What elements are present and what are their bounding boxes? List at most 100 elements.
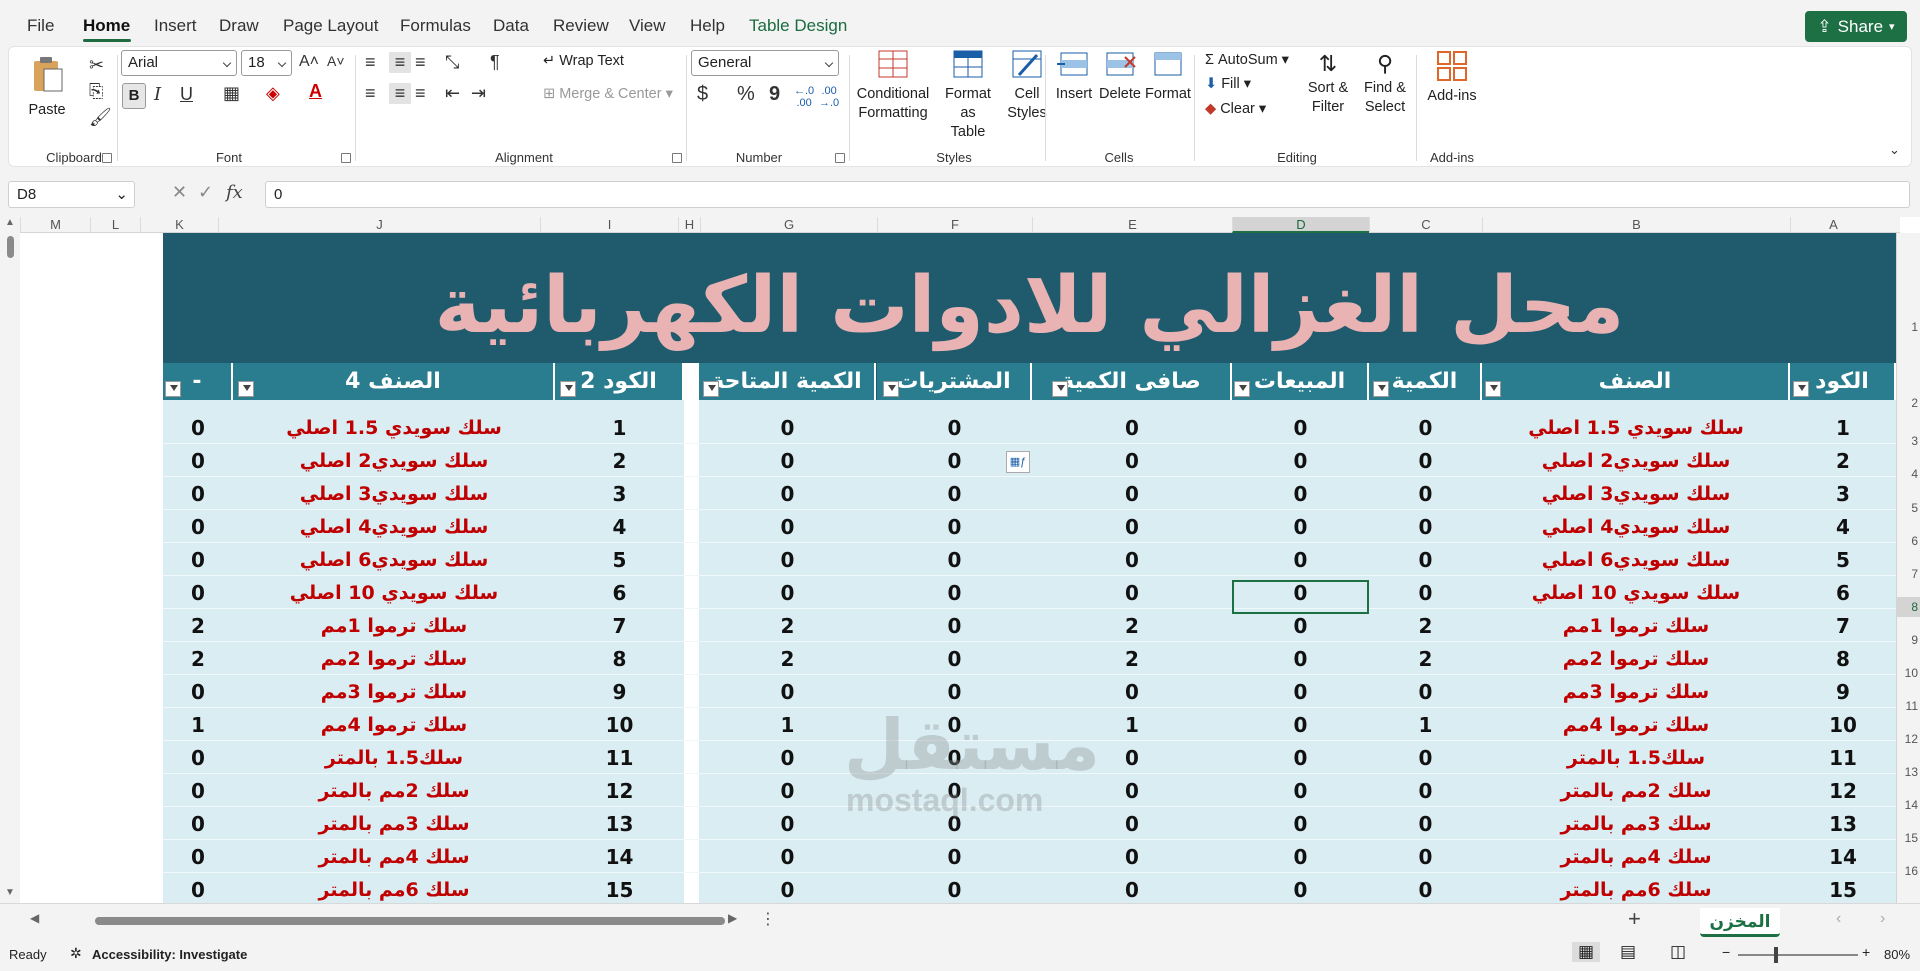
filter-dropdown-icon[interactable] xyxy=(1485,381,1501,397)
column-header-e[interactable]: E xyxy=(1032,217,1232,233)
cell-qty[interactable]: 2 xyxy=(1369,609,1482,642)
cell-purchases[interactable]: 0 xyxy=(877,642,1032,675)
header-qty[interactable]: الكمية xyxy=(1369,363,1482,400)
cell-code2[interactable]: 15 xyxy=(555,873,684,903)
tab-data[interactable]: Data xyxy=(493,16,529,36)
column-header-i[interactable]: I xyxy=(540,217,678,233)
orientation-icon[interactable]: ⤡ xyxy=(445,52,459,73)
cell-item[interactable]: سلك سويدي2 اصلي xyxy=(1482,444,1790,477)
tab-table-design[interactable]: Table Design xyxy=(749,16,847,36)
cell-code[interactable]: 9 xyxy=(1790,675,1896,708)
cell-qty[interactable]: 0 xyxy=(1369,675,1482,708)
decrease-font-icon[interactable]: A˅ xyxy=(327,53,345,69)
filter-dropdown-icon[interactable] xyxy=(883,381,899,397)
cell-code2[interactable]: 12 xyxy=(555,774,684,807)
cell-item[interactable]: سلك 6مم بالمتر xyxy=(1482,873,1790,903)
zoom-slider[interactable] xyxy=(1738,947,1858,963)
cell-qty[interactable]: 0 xyxy=(1369,543,1482,576)
merge-center-button[interactable]: ⊞ Merge & Center ▾ xyxy=(543,85,673,104)
row-header-8[interactable]: 8 xyxy=(1897,597,1920,617)
clear-button[interactable]: ◆ Clear ▾ xyxy=(1205,100,1266,119)
cell-net[interactable]: 0 xyxy=(1032,411,1232,444)
sheet-tab-makhzan[interactable]: المخزن xyxy=(1700,908,1780,937)
cell-net[interactable]: 0 xyxy=(1032,840,1232,873)
cell-item4[interactable]: سلك 3مم بالمتر xyxy=(233,807,555,840)
cell-code[interactable]: 12 xyxy=(1790,774,1896,807)
underline-button[interactable]: U xyxy=(180,84,193,105)
cancel-icon[interactable]: ✕ xyxy=(172,182,187,203)
cell-code2[interactable]: 5 xyxy=(555,543,684,576)
cell-k[interactable]: 2 xyxy=(163,642,233,675)
cell-code[interactable]: 2 xyxy=(1790,444,1896,477)
cell-item[interactable]: سلك ترموا 4مم xyxy=(1482,708,1790,741)
cell-purchases[interactable]: 0 xyxy=(877,840,1032,873)
font-color-icon[interactable]: A xyxy=(309,81,322,102)
align-center-icon[interactable]: ≡ xyxy=(389,83,411,104)
cell-k[interactable]: 0 xyxy=(163,807,233,840)
filter-dropdown-icon[interactable] xyxy=(165,381,181,397)
zoom-out-icon[interactable]: − xyxy=(1722,944,1730,960)
cell-code[interactable]: 5 xyxy=(1790,543,1896,576)
row-header-13[interactable]: 13 xyxy=(1897,762,1920,782)
cell-net[interactable]: 0 xyxy=(1032,543,1232,576)
decrease-indent-icon[interactable]: ⇤ xyxy=(445,83,460,104)
previous-sheet-icon[interactable]: ‹ xyxy=(1836,910,1841,928)
tab-review[interactable]: Review xyxy=(553,16,609,36)
cell-sales[interactable]: 0 xyxy=(1232,840,1369,873)
cell-code[interactable]: 11 xyxy=(1790,741,1896,774)
autosum-button[interactable]: Σ AutoSum ▾ xyxy=(1205,51,1289,70)
cell-code2[interactable]: 4 xyxy=(555,510,684,543)
align-top-icon[interactable]: ≡ xyxy=(365,52,376,73)
row-header-14[interactable]: 14 xyxy=(1897,795,1920,815)
cell-net[interactable]: 2 xyxy=(1032,609,1232,642)
cell-qty[interactable]: 0 xyxy=(1369,774,1482,807)
scroll-left-icon[interactable]: ◀ xyxy=(30,911,39,925)
column-header-g[interactable]: G xyxy=(700,217,877,233)
tab-help[interactable]: Help xyxy=(690,16,725,36)
next-sheet-icon[interactable]: › xyxy=(1880,910,1885,928)
column-header-d[interactable]: D xyxy=(1232,217,1369,233)
cell-code[interactable]: 4 xyxy=(1790,510,1896,543)
text-direction-icon[interactable]: ¶ xyxy=(490,52,500,73)
font-launcher-icon[interactable] xyxy=(341,153,351,163)
align-right-icon[interactable]: ≡ xyxy=(415,83,426,104)
cell-item4[interactable]: سلك سويدي3 اصلي xyxy=(233,477,555,510)
borders-icon[interactable]: ▦ xyxy=(223,83,240,104)
copy-icon[interactable]: ⎘ xyxy=(89,81,103,102)
cell-sales[interactable]: 0 xyxy=(1232,510,1369,543)
filter-dropdown-icon[interactable] xyxy=(1793,381,1809,397)
column-header-c[interactable]: C xyxy=(1369,217,1482,233)
cell-qty[interactable]: 0 xyxy=(1369,840,1482,873)
decrease-decimal-icon[interactable]: .00 →.0 xyxy=(819,85,839,109)
cell-code[interactable]: 3 xyxy=(1790,477,1896,510)
normal-view-icon[interactable]: ▦ xyxy=(1572,942,1601,962)
cell-k[interactable]: 0 xyxy=(163,840,233,873)
selected-cell-d8[interactable] xyxy=(1232,580,1369,614)
cell-item[interactable]: سلك ترموا 1مم xyxy=(1482,609,1790,642)
cell-k[interactable]: 0 xyxy=(163,444,233,477)
cell-item[interactable]: سلك1.5 بالمتر xyxy=(1482,741,1790,774)
vertical-scroll-thumb[interactable] xyxy=(7,236,14,258)
cell-net[interactable]: 0 xyxy=(1032,576,1232,609)
cell-net[interactable]: 0 xyxy=(1032,807,1232,840)
cell-code2[interactable]: 2 xyxy=(555,444,684,477)
conditional-formatting-button[interactable]: Conditional Formatting xyxy=(854,49,932,123)
cell-item[interactable]: سلك سويدي6 اصلي xyxy=(1482,543,1790,576)
cell-code2[interactable]: 11 xyxy=(555,741,684,774)
filter-dropdown-icon[interactable] xyxy=(1052,381,1068,397)
filter-dropdown-icon[interactable] xyxy=(1373,381,1389,397)
font-name-dropdown[interactable]: Arial xyxy=(121,50,237,76)
cell-sales[interactable]: 0 xyxy=(1232,444,1369,477)
cell-code2[interactable]: 7 xyxy=(555,609,684,642)
tab-insert[interactable]: Insert xyxy=(154,16,197,36)
cell-item4[interactable]: سلك سويدي 10 اصلي xyxy=(233,576,555,609)
cell-available[interactable]: 0 xyxy=(699,444,876,477)
cell-available[interactable]: 2 xyxy=(699,609,876,642)
format-as-table-button[interactable]: Format as Table xyxy=(937,49,999,142)
cell-qty[interactable]: 0 xyxy=(1369,741,1482,774)
cell-item[interactable]: سلك سويدي3 اصلي xyxy=(1482,477,1790,510)
cell-k[interactable]: 0 xyxy=(163,576,233,609)
column-header-j[interactable]: J xyxy=(218,217,540,233)
cell-sales[interactable]: 0 xyxy=(1232,411,1369,444)
collapse-ribbon-icon[interactable]: ⌄ xyxy=(1889,142,1900,158)
